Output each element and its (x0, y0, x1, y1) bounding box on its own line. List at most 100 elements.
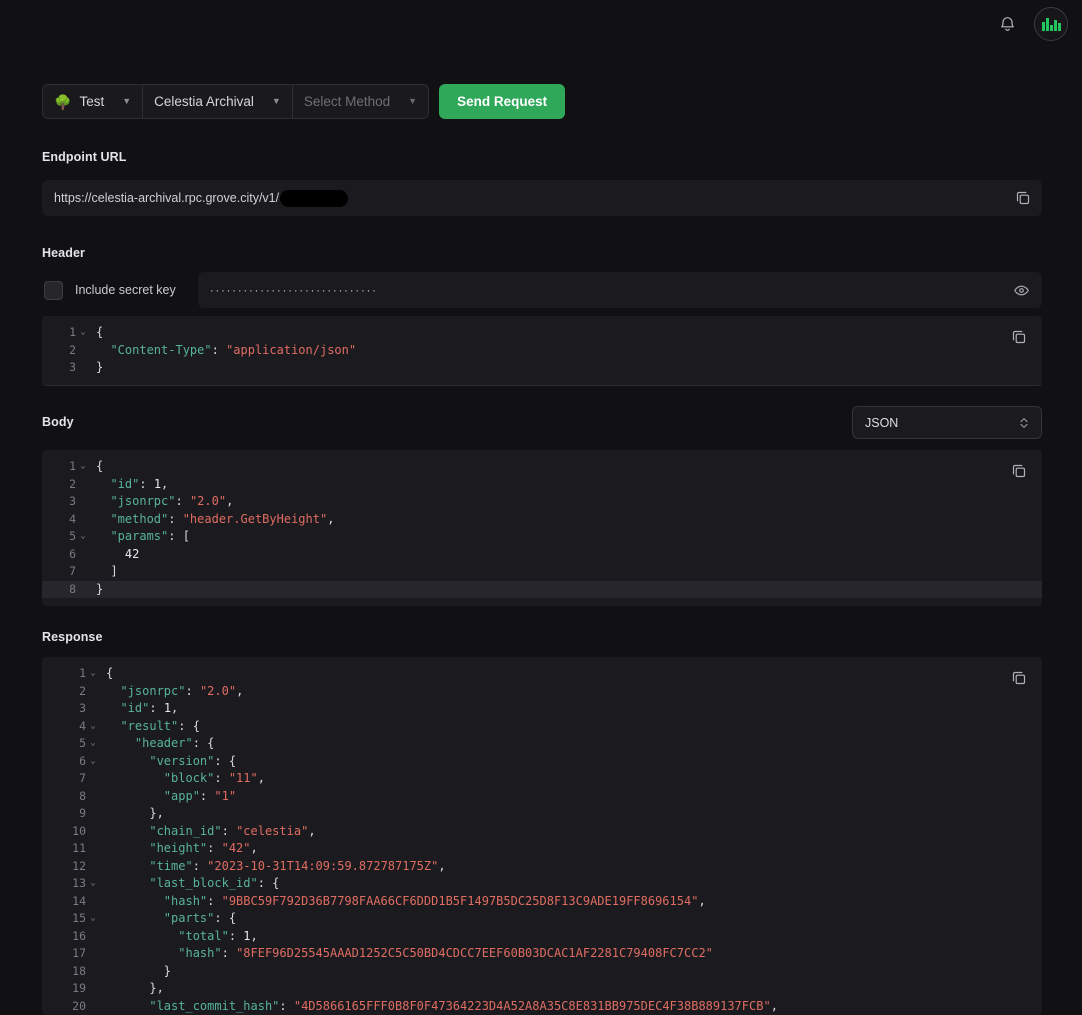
code-text: { (106, 666, 114, 680)
body-format-select[interactable]: JSON (852, 406, 1042, 439)
method-placeholder: Select Method (303, 94, 391, 109)
copy-header-button[interactable] (1010, 328, 1028, 346)
secret-key-input[interactable]: ······························ (197, 272, 1042, 308)
code-text: ] (110, 564, 118, 578)
code-text: "hash": "8FEF96D25545AAAD1252C5C50BD4CDC… (178, 946, 713, 960)
send-request-button[interactable]: Send Request (439, 84, 566, 119)
top-bar (0, 0, 1082, 48)
environment-dropdown[interactable]: 🌳 Test ▼ (43, 85, 144, 118)
line-number: 2 (79, 683, 86, 698)
code-text: "id": 1, (110, 476, 169, 491)
code-line: 3} (42, 359, 1042, 377)
line-number: 2 (69, 342, 76, 357)
fold-toggle-icon[interactable]: ⌄ (86, 735, 100, 753)
fold-toggle-icon[interactable]: ⌄ (86, 875, 100, 893)
line-number: 3 (69, 494, 76, 508)
code-text: }, (149, 981, 164, 995)
endpoint-url-field[interactable]: https://celestia-archival.rpc.grove.city… (42, 180, 1042, 216)
code-text: "jsonrpc": "2.0", (110, 494, 234, 508)
code-line: 10 "chain_id": "celestia", (42, 823, 1042, 841)
fold-toggle-icon[interactable]: ⌄ (86, 718, 100, 736)
endpoint-url-label: Endpoint URL (42, 150, 127, 164)
code-line: 20 "last_commit_hash": "4D5866165FFF0B8F… (42, 998, 1042, 1015)
copy-response-button[interactable] (1010, 669, 1028, 687)
code-text: "method": "header.GetByHeight", (110, 511, 335, 526)
avatar[interactable] (1034, 7, 1068, 41)
response-code-editor[interactable]: 1 ⌄{2 "jsonrpc": "2.0", 3 "id": 1, 4 ⌄ "resu… (42, 657, 1042, 1015)
line-number: 1 (69, 459, 76, 473)
code-line: 9 }, (42, 805, 1042, 823)
code-line: 14 "hash": "9BBC59F792D36B7798FAA66CF6DD… (42, 893, 1042, 911)
code-line: 17 "hash": "8FEF96D25545AAAD1252C5C50BD4… (42, 945, 1042, 963)
code-text: "app": "1" (163, 788, 237, 803)
notifications-button[interactable] (994, 11, 1020, 37)
grove-logo-icon (1041, 17, 1061, 31)
code-line: 5 ⌄ "params": [ (42, 528, 1042, 546)
code-line: 11 "height": "42", (42, 840, 1042, 858)
code-text: 42 (124, 546, 140, 561)
fold-toggle-icon[interactable]: ⌄ (76, 324, 90, 342)
line-number: 2 (69, 476, 76, 491)
code-text: "block": "11", (163, 771, 265, 785)
copy-body-button[interactable] (1010, 462, 1028, 480)
code-text: "total": 1, (178, 928, 258, 943)
line-number: 14 (72, 893, 86, 908)
chain-label: Celestia Archival (154, 94, 254, 109)
code-text: "jsonrpc": "2.0", (120, 683, 244, 698)
code-text: "params": [ (110, 529, 190, 543)
fold-toggle-icon[interactable]: ⌄ (86, 753, 100, 771)
code-line: 6 42 (42, 546, 1042, 564)
line-number: 5 (79, 736, 86, 750)
endpoint-url-value-wrap: https://celestia-archival.rpc.grove.city… (54, 189, 349, 207)
line-number: 11 (72, 841, 86, 855)
code-line: 1 ⌄ { (42, 458, 1042, 476)
code-line: 8} (42, 580, 1042, 598)
line-number: 8 (79, 788, 86, 803)
code-text: "header": { (134, 736, 215, 750)
code-line: 1 ⌄ { (42, 324, 1042, 342)
environment-label: Test (79, 94, 105, 109)
code-line: 13 ⌄ "last_block_id": { (42, 875, 1042, 893)
endpoint-url-value: https://celestia-archival.rpc.grove.city… (54, 191, 280, 205)
code-line: 4 "method": "header.GetByHeight", (42, 511, 1042, 529)
fold-toggle-icon[interactable]: ⌄ (76, 528, 90, 546)
body-code-editor[interactable]: 1 ⌄{2 "id": 1, 3 "jsonrpc": "2.0", 4 "metho… (42, 450, 1042, 606)
line-number: 18 (72, 963, 86, 978)
line-number: 5 (69, 529, 76, 543)
include-secret-key-checkbox[interactable] (44, 280, 63, 300)
code-text: } (163, 963, 172, 978)
secret-key-masked-value: ······························ (209, 283, 378, 297)
line-number: 7 (79, 771, 86, 785)
line-number: 1 (69, 325, 76, 339)
fold-toggle-icon[interactable]: ⌄ (76, 458, 90, 476)
line-number: 1 (79, 666, 86, 680)
code-line: 2 "id": 1, (42, 476, 1042, 494)
code-text: "version": { (149, 753, 237, 768)
fold-toggle-icon[interactable]: ⌄ (86, 910, 100, 928)
bell-icon (999, 15, 1016, 33)
fold-toggle-icon[interactable]: ⌄ (86, 665, 100, 683)
header-code-editor[interactable]: 1 ⌄{2 "Content-Type": "application/json" 3… (42, 316, 1042, 386)
body-format-value: JSON (865, 415, 899, 430)
code-text: { (96, 459, 104, 473)
toggle-secret-visibility-button[interactable] (1013, 282, 1030, 299)
header-section-label: Header (42, 246, 85, 260)
code-line: 7 "block": "11", (42, 770, 1042, 788)
line-number: 3 (69, 360, 76, 374)
chevron-updown-icon (1019, 416, 1029, 430)
line-number: 3 (79, 701, 86, 715)
chain-dropdown[interactable]: Celestia Archival ▼ (143, 85, 293, 118)
line-number: 15 (72, 911, 86, 925)
code-text: "last_block_id": { (149, 876, 280, 890)
copy-endpoint-url-button[interactable] (1014, 189, 1032, 207)
code-line: 12 "time": "2023-10-31T14:09:59.87278717… (42, 858, 1042, 876)
code-line: 3 "id": 1, (42, 700, 1042, 718)
line-number: 12 (72, 858, 86, 873)
method-dropdown[interactable]: Select Method ▼ (293, 85, 428, 118)
line-number: 20 (72, 998, 86, 1013)
code-line: 15 ⌄ "parts": { (42, 910, 1042, 928)
line-number: 8 (69, 581, 76, 596)
code-line: 2 "Content-Type": "application/json" (42, 342, 1042, 360)
line-number: 13 (72, 876, 86, 890)
response-section-label: Response (42, 630, 103, 644)
